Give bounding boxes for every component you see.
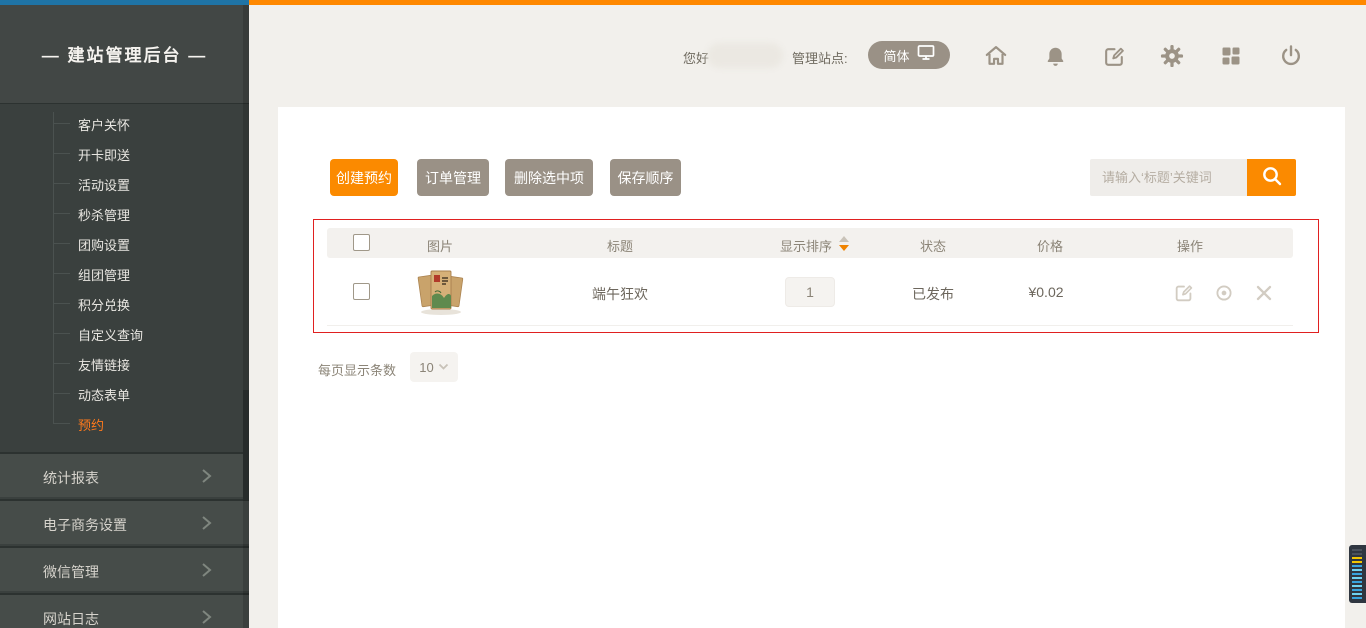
app-logo: — 建站管理后台 — — [0, 41, 249, 66]
sidebar-item-dynamic-forms[interactable]: 动态表单 — [0, 378, 249, 408]
greeting-text: 您好 — [683, 48, 709, 67]
chevron-right-icon — [198, 561, 214, 584]
edit-icon[interactable] — [1101, 43, 1127, 69]
power-icon[interactable] — [1278, 43, 1304, 69]
edit-icon[interactable] — [1173, 282, 1195, 304]
sidebar-item-custom-query[interactable]: 自定义查询 — [0, 318, 249, 348]
create-reservation-button[interactable]: 创建预约 — [330, 159, 398, 196]
sidebar: — 建站管理后台 — 客户关怀 开卡即送 活动设置 秒杀管理 团购设置 组团管理… — [0, 0, 249, 628]
grid-icon[interactable] — [1218, 43, 1244, 69]
sidebar-item-flash-sale[interactable]: 秒杀管理 — [0, 198, 249, 228]
sidebar-section-ecommerce[interactable]: 电子商务设置 — [0, 499, 249, 544]
menu-label: 积分兑换 — [78, 295, 130, 314]
main-top-accent — [249, 0, 1366, 5]
col-header-price: 价格 — [1037, 236, 1063, 255]
sort-asc-icon — [839, 236, 849, 242]
sidebar-section-statistics[interactable]: 统计报表 — [0, 452, 249, 497]
admin-backend-page: — 建站管理后台 — 客户关怀 开卡即送 活动设置 秒杀管理 团购设置 组团管理… — [0, 0, 1366, 628]
row-checkbox[interactable] — [353, 283, 370, 300]
sidebar-item-reservation[interactable]: 预约 — [0, 408, 249, 438]
menu-label: 活动设置 — [78, 175, 130, 194]
search-icon — [1259, 163, 1285, 192]
menu-label: 组团管理 — [78, 265, 130, 284]
eye-icon[interactable] — [1213, 282, 1235, 304]
chevron-right-icon — [198, 608, 214, 628]
sidebar-item-friend-links[interactable]: 友情链接 — [0, 348, 249, 378]
save-order-button[interactable]: 保存顺序 — [610, 159, 681, 196]
delete-selected-button[interactable]: 删除选中项 — [505, 159, 593, 196]
sidebar-section-wechat[interactable]: 微信管理 — [0, 546, 249, 591]
sidebar-scrollbar-track — [243, 5, 249, 628]
sidebar-submenu: 客户关怀 开卡即送 活动设置 秒杀管理 团购设置 组团管理 积分兑换 自定义查询… — [0, 104, 249, 452]
sidebar-scrollbar-thumb[interactable] — [243, 390, 249, 500]
sidebar-item-points-exchange[interactable]: 积分兑换 — [0, 288, 249, 318]
search-input[interactable] — [1090, 159, 1247, 196]
monitor-icon — [917, 44, 935, 66]
sort-desc-icon — [839, 245, 849, 251]
page-size-select[interactable]: 10 — [410, 352, 458, 382]
row-price: ¥0.02 — [1028, 284, 1063, 300]
col-header-image: 图片 — [427, 236, 453, 255]
menu-label: 开卡即送 — [78, 145, 130, 164]
sidebar-item-card-gift[interactable]: 开卡即送 — [0, 138, 249, 168]
row-title: 端午狂欢 — [592, 284, 648, 304]
sort-toggle[interactable] — [838, 235, 850, 251]
bell-icon[interactable] — [1042, 43, 1068, 69]
menu-label-active: 预约 — [78, 415, 104, 434]
menu-label: 友情链接 — [78, 355, 130, 374]
row-sort-order-input[interactable] — [785, 277, 835, 307]
page-size-label: 每页显示条数 — [318, 360, 396, 379]
order-management-button[interactable]: 订单管理 — [417, 159, 489, 196]
sidebar-item-activity-settings[interactable]: 活动设置 — [0, 168, 249, 198]
search-button[interactable] — [1247, 159, 1296, 196]
menu-label: 动态表单 — [78, 385, 130, 404]
chevron-down-icon — [438, 358, 449, 376]
site-label: 管理站点: — [792, 48, 848, 67]
menu-label: 团购设置 — [78, 235, 130, 254]
select-all-checkbox[interactable] — [353, 234, 370, 251]
col-header-actions: 操作 — [1177, 236, 1203, 255]
username-redacted — [707, 43, 783, 68]
col-header-title: 标题 — [607, 236, 633, 255]
home-icon[interactable] — [983, 43, 1009, 69]
logo-block: — 建站管理后台 — — [0, 5, 249, 104]
chevron-right-icon — [198, 514, 214, 537]
menu-label: 秒杀管理 — [78, 205, 130, 224]
product-image — [417, 266, 465, 316]
delete-x-icon[interactable] — [1253, 282, 1275, 304]
sidebar-item-customer-care[interactable]: 客户关怀 — [0, 108, 249, 138]
sidebar-item-group-buy[interactable]: 团购设置 — [0, 228, 249, 258]
sidebar-section-site-logs[interactable]: 网站日志 — [0, 593, 249, 628]
dock-widget[interactable] — [1349, 545, 1366, 603]
gear-icon[interactable] — [1159, 43, 1185, 69]
row-divider — [327, 325, 1293, 326]
menu-label: 客户关怀 — [78, 115, 130, 134]
col-header-status: 状态 — [920, 236, 946, 255]
row-status: 已发布 — [912, 284, 954, 304]
language-switch-button[interactable]: 简体 — [868, 41, 950, 69]
menu-label: 自定义查询 — [78, 325, 143, 344]
sidebar-item-group-management[interactable]: 组团管理 — [0, 258, 249, 288]
chevron-right-icon — [198, 467, 214, 490]
col-header-sort: 显示排序 — [780, 236, 832, 255]
